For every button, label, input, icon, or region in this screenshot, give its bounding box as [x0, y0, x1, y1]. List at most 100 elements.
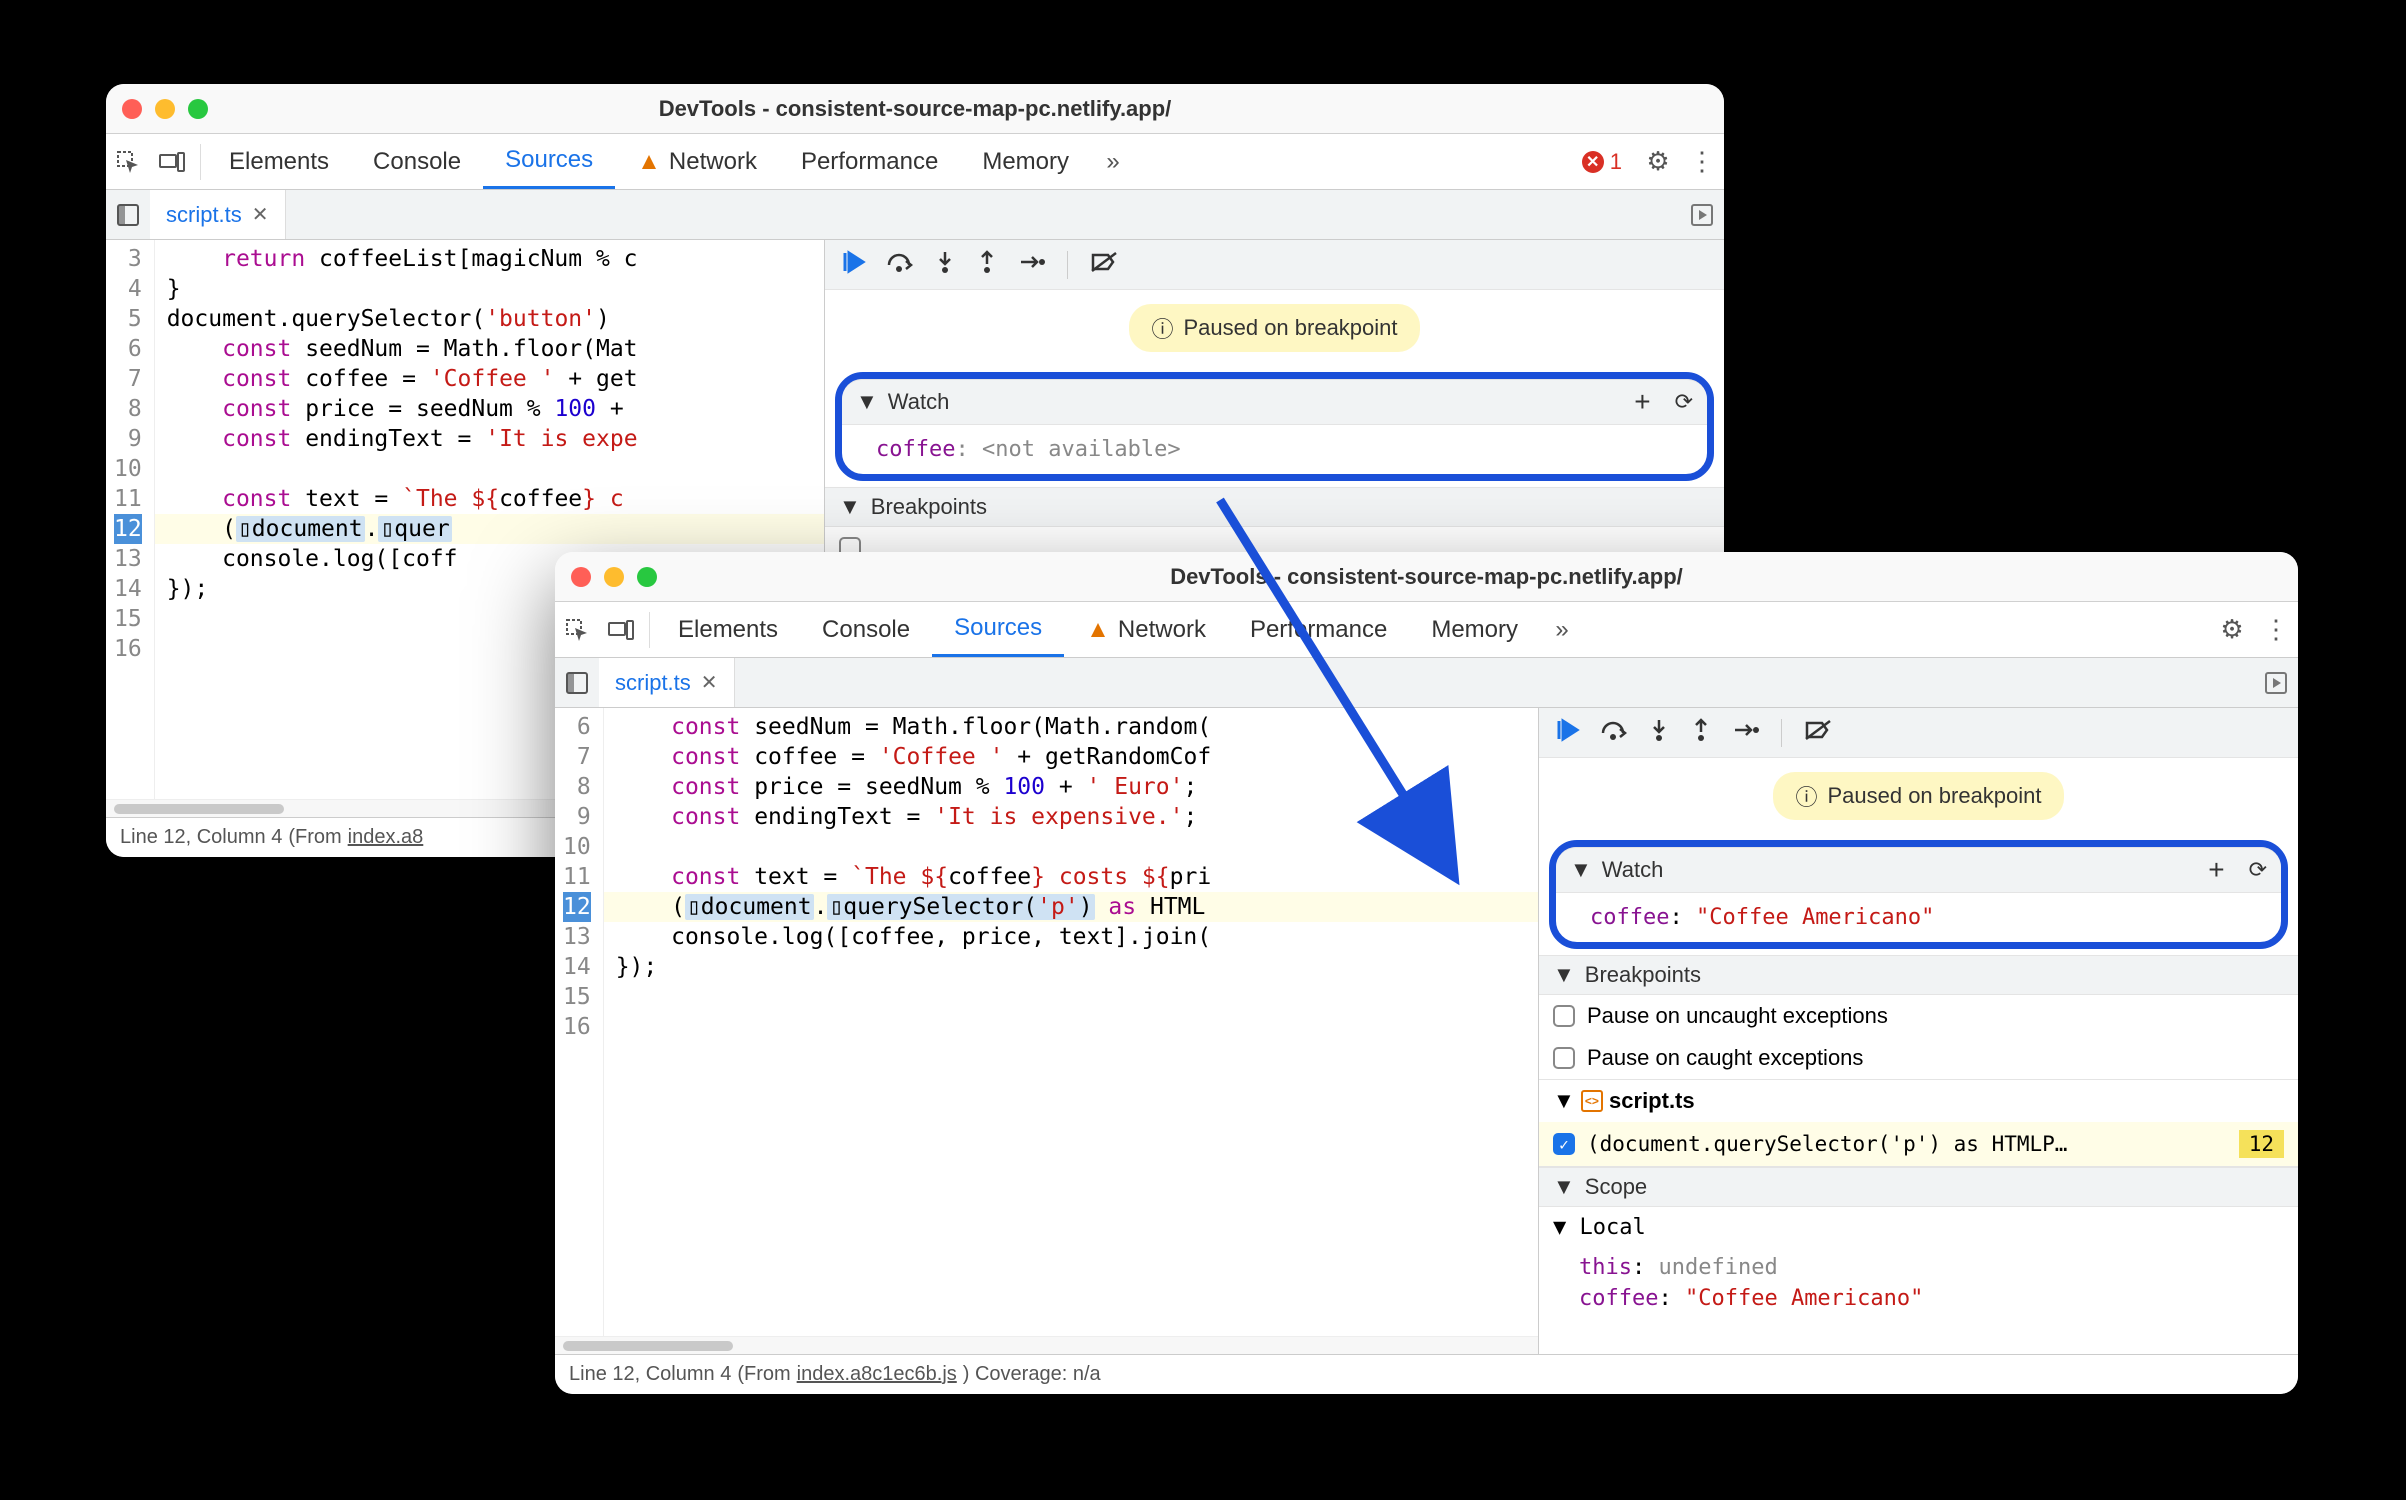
minimize-window[interactable] — [155, 99, 175, 119]
watch-section-header[interactable]: ▼Watch + ⟳ — [842, 379, 1707, 425]
breakpoint-line: 12 — [2239, 1130, 2284, 1158]
code-editor[interactable]: 678910111213141516 const seedNum = Math.… — [555, 708, 1538, 1336]
step-icon[interactable] — [1733, 720, 1759, 745]
watch-body: coffee: <not available> — [842, 425, 1707, 474]
tab-performance[interactable]: Performance — [1228, 602, 1409, 657]
refresh-icon[interactable]: ⟳ — [2249, 857, 2267, 883]
checkbox-unchecked[interactable] — [1553, 1047, 1575, 1069]
close-window[interactable] — [122, 99, 142, 119]
cursor-position: Line 12, Column 4 — [569, 1363, 731, 1386]
step-over-icon[interactable] — [887, 251, 913, 278]
watch-body: coffee: "Coffee Americano" — [1556, 893, 2281, 942]
panel-tabs: Elements Console Sources ▲Network Perfor… — [106, 134, 1724, 190]
scope-section-header[interactable]: ▼Scope — [1539, 1167, 2298, 1207]
info-icon: ⓘ — [1795, 780, 1817, 812]
watch-section-header[interactable]: ▼Watch + ⟳ — [1556, 847, 2281, 893]
scope-local-body: this: undefined coffee: "Coffee American… — [1539, 1248, 2298, 1324]
step-icon[interactable] — [1019, 252, 1045, 277]
more-tabs[interactable]: » — [1540, 616, 1584, 644]
step-into-icon[interactable] — [935, 250, 955, 279]
scope-local-header[interactable]: ▼ Local — [1539, 1207, 2298, 1248]
source-map-link[interactable]: index.a8c1ec6b.js — [797, 1363, 957, 1386]
tab-network[interactable]: ▲Network — [615, 134, 779, 189]
file-tab-script[interactable]: script.ts ✕ — [599, 658, 735, 707]
settings-icon[interactable]: ⚙ — [1636, 146, 1680, 177]
zoom-window[interactable] — [188, 99, 208, 119]
watch-value: "Coffee Americano" — [1696, 905, 1934, 930]
debugger-toolbar — [1539, 708, 2298, 758]
file-tab-label: script.ts — [615, 670, 691, 696]
deactivate-breakpoints-icon[interactable] — [1804, 719, 1832, 746]
add-watch-icon[interactable]: + — [2208, 854, 2224, 886]
navigator-toggle[interactable] — [106, 204, 150, 226]
run-snippet-icon[interactable] — [2254, 672, 2298, 694]
device-icon[interactable] — [599, 620, 643, 640]
error-badge[interactable]: ✕1 — [1582, 149, 1622, 175]
tab-performance[interactable]: Performance — [779, 134, 960, 189]
tab-memory[interactable]: Memory — [1409, 602, 1540, 657]
inspect-icon[interactable] — [106, 150, 150, 174]
traffic-lights — [122, 99, 208, 119]
checkbox-checked[interactable]: ✓ — [1553, 1133, 1575, 1155]
breakpoints-section-header[interactable]: ▼Breakpoints — [825, 487, 1724, 527]
titlebar: DevTools - consistent-source-map-pc.netl… — [106, 84, 1724, 134]
tab-sources[interactable]: Sources — [932, 602, 1064, 657]
zoom-window[interactable] — [637, 567, 657, 587]
resume-icon[interactable] — [1557, 719, 1579, 746]
step-into-icon[interactable] — [1649, 718, 1669, 747]
close-window[interactable] — [571, 567, 591, 587]
watch-key: coffee — [876, 437, 955, 462]
warning-icon: ▲ — [1086, 616, 1110, 644]
kebab-menu[interactable]: ⋮ — [2254, 614, 2298, 645]
more-tabs[interactable]: » — [1091, 148, 1135, 176]
inspect-icon[interactable] — [555, 618, 599, 642]
close-icon[interactable]: ✕ — [252, 202, 269, 227]
titlebar: DevTools - consistent-source-map-pc.netl… — [555, 552, 2298, 602]
step-out-icon[interactable] — [977, 250, 997, 279]
horizontal-scrollbar[interactable] — [555, 1336, 1538, 1354]
refresh-icon[interactable]: ⟳ — [1675, 389, 1693, 415]
breakpoints-section-header[interactable]: ▼Breakpoints — [1539, 955, 2298, 995]
file-tab-script[interactable]: script.ts ✕ — [150, 190, 286, 239]
deactivate-breakpoints-icon[interactable] — [1090, 251, 1118, 278]
tab-network[interactable]: ▲Network — [1064, 602, 1228, 657]
file-bar: script.ts ✕ — [555, 658, 2298, 708]
bp-file-row[interactable]: ▼ <> script.ts — [1539, 1079, 2298, 1122]
navigator-toggle[interactable] — [555, 672, 599, 694]
traffic-lights — [571, 567, 657, 587]
file-tab-label: script.ts — [166, 202, 242, 228]
paused-pill: ⓘPaused on breakpoint — [1773, 772, 2063, 820]
tab-memory[interactable]: Memory — [960, 134, 1091, 189]
device-icon[interactable] — [150, 152, 194, 172]
debugger-pane: ⓘPaused on breakpoint ▼Watch + ⟳ coffee:… — [1538, 708, 2298, 1354]
info-icon: ⓘ — [1151, 312, 1173, 344]
breakpoint-row[interactable]: ✓ (document.querySelector('p') as HTMLP…… — [1539, 1122, 2298, 1167]
window-title: DevTools - consistent-source-map-pc.netl… — [555, 564, 2298, 590]
status-bar: Line 12, Column 4 (From index.a8c1ec6b.j… — [555, 1354, 2298, 1394]
pause-uncaught-row[interactable]: Pause on uncaught exceptions — [1539, 995, 2298, 1037]
settings-icon[interactable]: ⚙ — [2210, 614, 2254, 645]
checkbox-unchecked[interactable] — [1553, 1005, 1575, 1027]
devtools-window-2: DevTools - consistent-source-map-pc.netl… — [555, 552, 2298, 1394]
source-file-icon: <> — [1581, 1090, 1603, 1112]
tab-elements[interactable]: Elements — [207, 134, 351, 189]
watch-key: coffee — [1590, 905, 1669, 930]
cursor-position: Line 12, Column 4 — [120, 826, 282, 849]
tab-elements[interactable]: Elements — [656, 602, 800, 657]
step-over-icon[interactable] — [1601, 719, 1627, 746]
tab-sources[interactable]: Sources — [483, 134, 615, 189]
kebab-menu[interactable]: ⋮ — [1680, 146, 1724, 177]
watch-value: <not available> — [982, 437, 1181, 462]
pause-caught-row[interactable]: Pause on caught exceptions — [1539, 1037, 2298, 1079]
tab-console[interactable]: Console — [800, 602, 932, 657]
minimize-window[interactable] — [604, 567, 624, 587]
tab-console[interactable]: Console — [351, 134, 483, 189]
resume-icon[interactable] — [843, 251, 865, 278]
paused-pill: ⓘPaused on breakpoint — [1129, 304, 1419, 352]
source-map-link[interactable]: index.a8 — [348, 826, 424, 849]
run-snippet-icon[interactable] — [1680, 204, 1724, 226]
add-watch-icon[interactable]: + — [1634, 386, 1650, 418]
step-out-icon[interactable] — [1691, 718, 1711, 747]
close-icon[interactable]: ✕ — [701, 670, 718, 695]
window-title: DevTools - consistent-source-map-pc.netl… — [106, 96, 1724, 122]
